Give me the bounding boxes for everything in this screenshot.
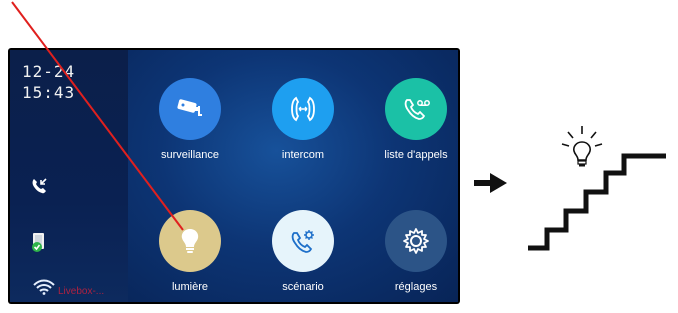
door-unlocked-icon[interactable] [30,231,50,257]
tile-intercom-label: intercom [281,149,325,161]
tile-reglages-label: réglages [394,281,438,293]
tile-intercom[interactable]: intercom [248,78,358,161]
cctv-camera-icon [159,78,221,140]
tile-scenario[interactable]: scénario [248,210,358,293]
right-arrow-icon [474,173,507,193]
scenario-phone-gear-icon [272,210,334,272]
tile-surveillance[interactable]: surveillance [135,78,245,161]
gear-icon [385,210,447,272]
tile-surveillance-label: surveillance [160,149,220,161]
wifi-network-label: Livebox-... [58,286,105,297]
staircase-icon [528,153,666,251]
tile-lumiere[interactable]: lumière [135,210,245,293]
light-bulb-icon [159,210,221,272]
tile-lumiere-label: lumière [171,281,209,293]
stair-light-illustration [528,126,666,251]
date-display: 12-24 [22,62,76,81]
tile-liste-appels-label: liste d'appels [384,149,448,161]
tile-reglages[interactable]: réglages [361,210,460,293]
time-display: 15:43 [22,83,76,102]
home-menu: surveillance intercom liste d'appels lum… [128,50,458,302]
status-sidebar: 12-24 15:43 Livebox-... [10,50,128,302]
incoming-call-icon[interactable] [30,177,48,199]
call-log-icon [385,78,447,140]
intercom-call-icon [272,78,334,140]
intercom-screen: 12-24 15:43 Livebox-... surveillance int… [8,48,460,304]
tile-scenario-label: scénario [282,281,324,293]
light-bulb-outline-icon [561,126,603,167]
tile-liste-appels[interactable]: liste d'appels [361,78,460,161]
wifi-icon[interactable] [32,279,56,299]
